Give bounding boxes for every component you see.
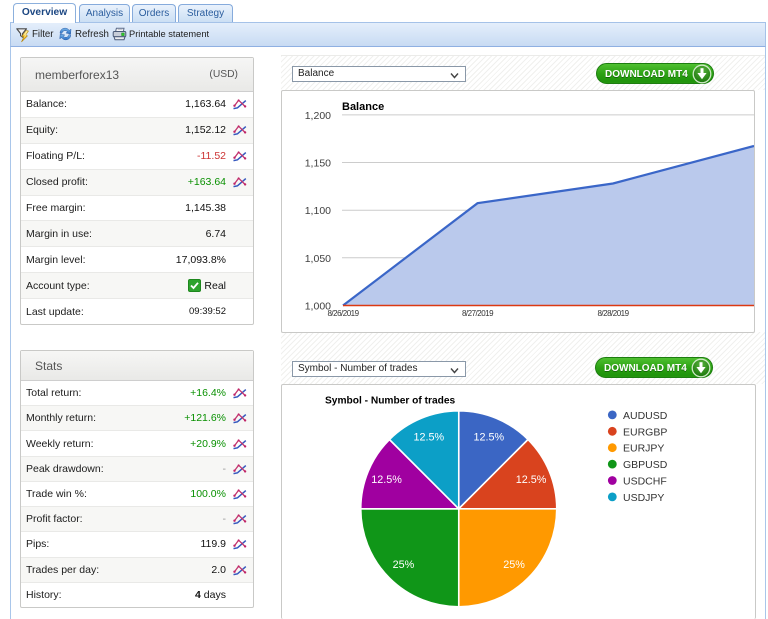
svg-text:25%: 25% <box>503 559 525 571</box>
svg-text:8/27/2019: 8/27/2019 <box>462 309 494 318</box>
svg-text:Balance: Balance <box>342 101 384 113</box>
svg-text:8/26/2019: 8/26/2019 <box>327 309 359 318</box>
svg-text:1,100: 1,100 <box>305 205 331 217</box>
svg-text:GBPUSD: GBPUSD <box>623 459 668 471</box>
svg-text:12.5%: 12.5% <box>516 474 547 486</box>
svg-text:12.5%: 12.5% <box>473 431 504 443</box>
svg-text:AUDUSD: AUDUSD <box>623 410 668 422</box>
svg-text:1,050: 1,050 <box>305 253 331 265</box>
svg-text:EURJPY: EURJPY <box>623 443 664 455</box>
svg-text:12.5%: 12.5% <box>371 474 402 486</box>
svg-text:25%: 25% <box>393 559 415 571</box>
svg-text:Symbol - Number of trades: Symbol - Number of trades <box>325 396 456 407</box>
svg-text:EURGBP: EURGBP <box>623 426 667 438</box>
svg-text:USDCHF: USDCHF <box>623 476 667 488</box>
svg-text:USDJPY: USDJPY <box>623 492 664 504</box>
svg-text:12.5%: 12.5% <box>413 431 444 443</box>
svg-text:1,200: 1,200 <box>305 110 331 122</box>
svg-text:8/28/2019: 8/28/2019 <box>597 309 629 318</box>
svg-text:1,150: 1,150 <box>305 158 331 170</box>
